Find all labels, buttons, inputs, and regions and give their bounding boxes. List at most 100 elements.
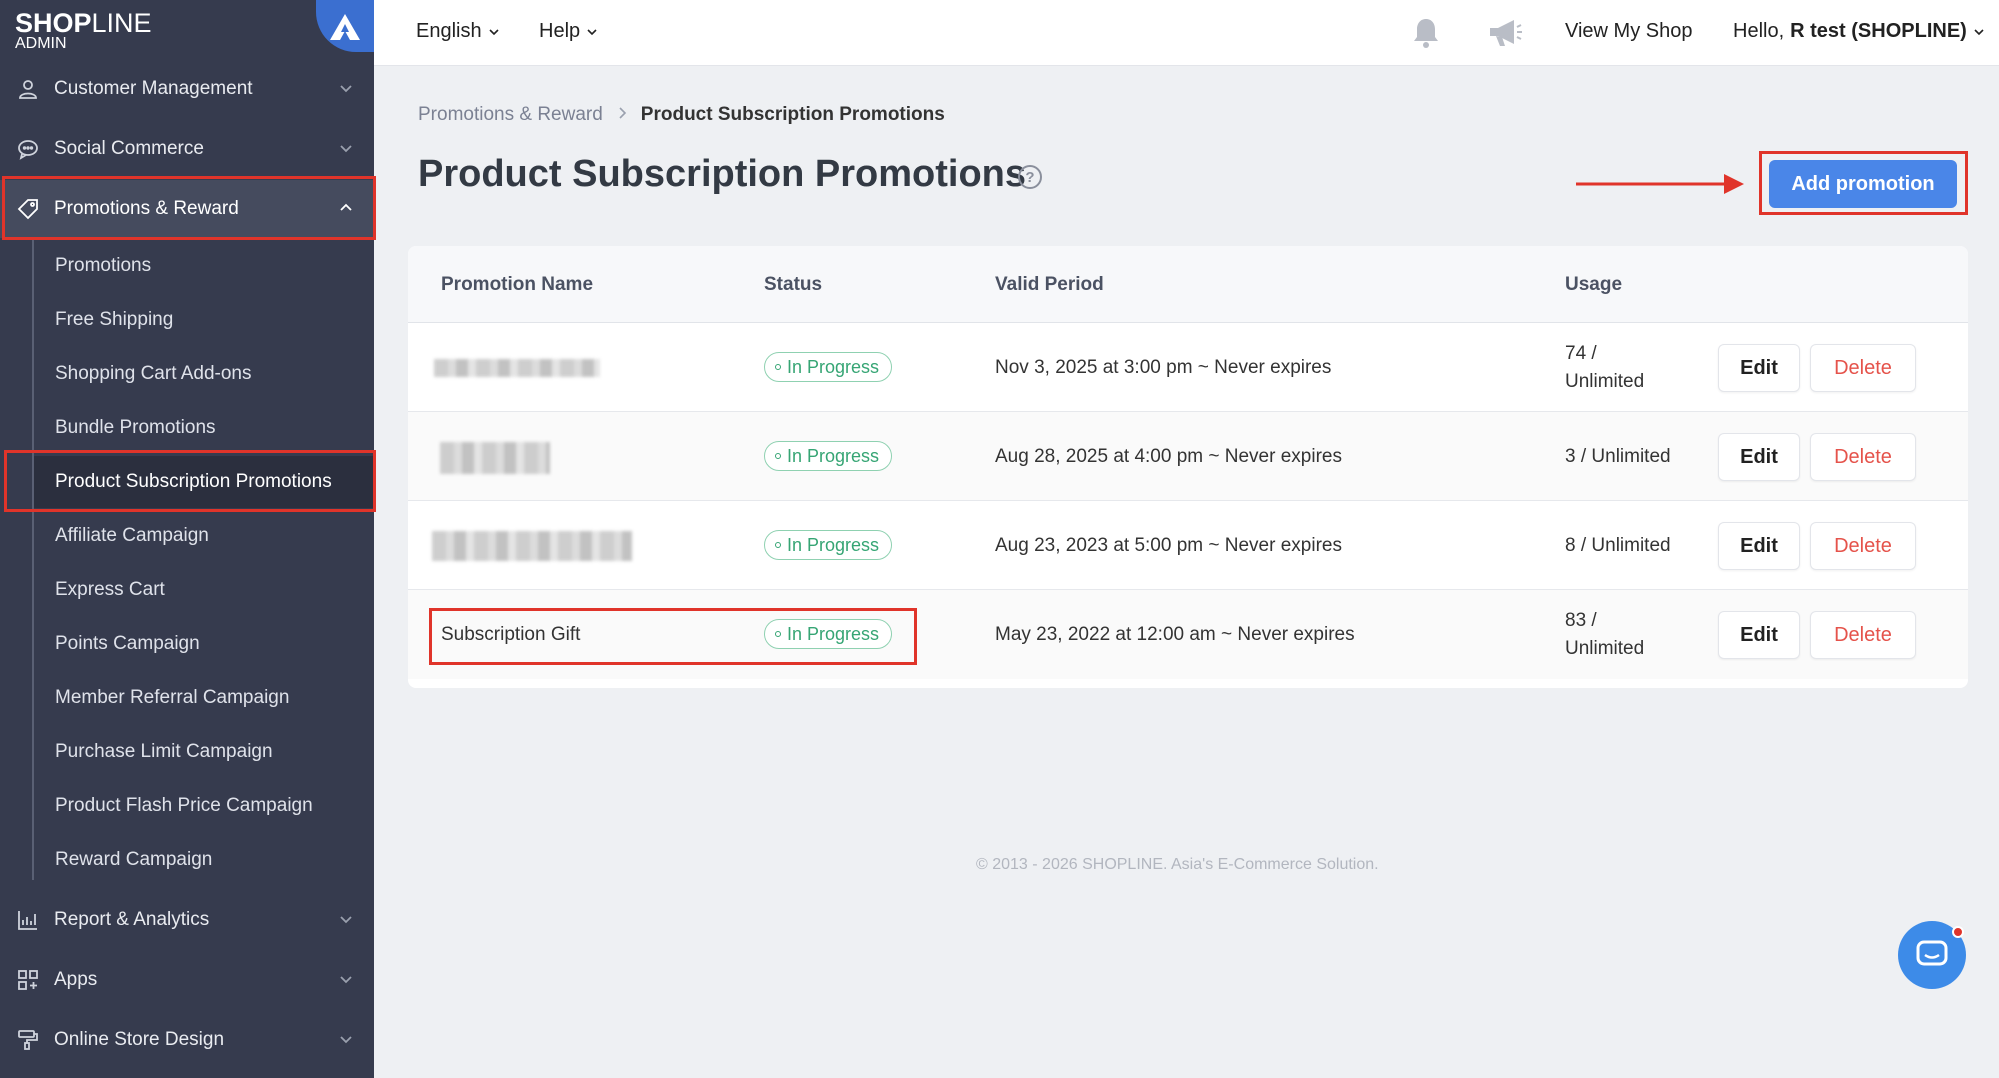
logo-subtitle: ADMIN <box>15 35 67 52</box>
chevron-up-icon <box>340 203 352 211</box>
megaphone-icon[interactable] <box>1486 16 1524 55</box>
usage-line-1: 74 / <box>1565 343 1597 364</box>
sidebar-item-apps[interactable]: Apps <box>0 951 374 1009</box>
delete-button[interactable]: Delete <box>1810 611 1916 659</box>
usage-line-2: Unlimited <box>1565 638 1645 659</box>
chevron-down-icon <box>340 1036 352 1044</box>
help-label: Help <box>539 20 581 42</box>
chevron-down-icon <box>340 85 352 93</box>
valid-period: Aug 28, 2025 at 4:00 pm ~ Never expires <box>995 446 1342 467</box>
chevron-down-icon <box>587 28 597 35</box>
column-header-status[interactable]: Status <box>764 274 822 296</box>
status-dot-icon <box>775 453 781 459</box>
sidebar-item-label: Apps <box>54 969 98 990</box>
table-row[interactable]: Subscription Gift In Progress May 23, 20… <box>408 590 1968 679</box>
status-dot-icon <box>775 542 781 548</box>
edit-button[interactable]: Edit <box>1718 522 1800 570</box>
sidebar-subitem-cart-addons[interactable]: Shopping Cart Add-ons <box>34 348 374 400</box>
sidebar: SHOPLINE ADMIN Customer Management Socia… <box>0 0 374 1078</box>
table-row[interactable]: In Progress Aug 23, 2023 at 5:00 pm ~ Ne… <box>408 501 1968 590</box>
notification-dot <box>1952 926 1964 938</box>
status-label: In Progress <box>787 534 880 555</box>
sidebar-item-label: Online Store Design <box>54 1029 225 1050</box>
chevron-down-icon <box>340 145 352 153</box>
user-menu[interactable]: Hello, R test (SHOPLINE) <box>1733 20 1985 43</box>
sidebar-item-label: Report & Analytics <box>54 909 210 930</box>
sidebar-subitem-member-referral[interactable]: Member Referral Campaign <box>34 672 374 724</box>
sidebar-item-label: Promotions & Reward <box>54 198 239 219</box>
sidebar-subitem-bundle-promotions[interactable]: Bundle Promotions <box>34 402 374 454</box>
usage-line-1: 8 / Unlimited <box>1565 535 1671 556</box>
table-row[interactable]: In Progress Aug 28, 2025 at 4:00 pm ~ Ne… <box>408 412 1968 501</box>
edit-button[interactable]: Edit <box>1718 433 1800 481</box>
table-row[interactable]: In Progress Nov 3, 2025 at 3:00 pm ~ Nev… <box>408 323 1968 412</box>
breadcrumb-parent-link[interactable]: Promotions & Reward <box>418 104 603 126</box>
sidebar-item-report-analytics[interactable]: Report & Analytics <box>0 891 374 949</box>
promotions-table: Promotion Name Status Valid Period Usage… <box>408 246 1968 688</box>
redacted-name <box>440 442 550 474</box>
breadcrumb: Promotions & Reward Product Subscription… <box>418 104 945 126</box>
valid-period: Aug 23, 2023 at 5:00 pm ~ Never expires <box>995 535 1342 556</box>
top-bar: English Help View My Shop Hello, R test … <box>374 0 1999 66</box>
usage-line-1: 83 / <box>1565 610 1597 631</box>
help-menu[interactable]: Help <box>539 20 598 43</box>
table-header: Promotion Name Status Valid Period Usage <box>408 246 1968 323</box>
sidebar-item-online-store-design[interactable]: Online Store Design <box>0 1011 374 1069</box>
sidebar-item-customer-management[interactable]: Customer Management <box>0 60 374 118</box>
status-badge: In Progress <box>764 441 893 471</box>
sidebar-item-promotions-reward[interactable]: Promotions & Reward <box>0 180 374 238</box>
sidebar-subitem-points-campaign[interactable]: Points Campaign <box>34 618 374 670</box>
status-dot-icon <box>775 364 781 370</box>
valid-period: May 23, 2022 at 12:00 am ~ Never expires <box>995 624 1355 645</box>
sidebar-subitem-affiliate-campaign[interactable]: Affiliate Campaign <box>34 510 374 562</box>
usage-line-2: Unlimited <box>1565 371 1645 392</box>
language-label: English <box>416 20 482 42</box>
language-selector[interactable]: English <box>416 20 500 43</box>
apps-grid-icon <box>14 966 42 994</box>
chat-icon <box>1916 940 1948 966</box>
breadcrumb-current: Product Subscription Promotions <box>640 104 945 125</box>
edit-button[interactable]: Edit <box>1718 344 1800 392</box>
usage-line-1: 3 / Unlimited <box>1565 446 1671 467</box>
status-dot-icon <box>775 631 781 637</box>
logo[interactable]: SHOPLINE ADMIN <box>0 0 374 66</box>
tag-icon <box>14 195 42 223</box>
sidebar-subitem-express-cart[interactable]: Express Cart <box>34 564 374 616</box>
status-badge: In Progress <box>764 352 893 382</box>
sidebar-subitem-flash-price[interactable]: Product Flash Price Campaign <box>34 780 374 832</box>
sidebar-item-label: Customer Management <box>54 78 253 99</box>
column-header-name[interactable]: Promotion Name <box>441 274 593 296</box>
add-promotion-button[interactable]: Add promotion <box>1769 160 1957 208</box>
bell-icon[interactable] <box>1410 16 1442 55</box>
sidebar-subitem-product-subscription[interactable]: Product Subscription Promotions <box>34 456 374 508</box>
help-circle-icon[interactable]: ? <box>1018 165 1042 189</box>
breadcrumb-separator-icon <box>617 104 627 126</box>
status-label: In Progress <box>787 356 880 377</box>
chat-bubble-icon <box>14 135 42 163</box>
edit-button[interactable]: Edit <box>1718 611 1800 659</box>
sidebar-subitem-free-shipping[interactable]: Free Shipping <box>34 294 374 346</box>
greeting-text: Hello, <box>1733 20 1785 42</box>
status-badge: In Progress <box>764 530 893 560</box>
redacted-name <box>432 531 632 561</box>
status-badge: In Progress <box>764 619 893 649</box>
footer-copyright: © 2013 - 2026 SHOPLINE. Asia's E-Commerc… <box>976 856 1379 873</box>
corner-logo-icon <box>316 0 374 52</box>
chevron-down-icon <box>340 916 352 924</box>
promotion-name: Subscription Gift <box>441 624 581 645</box>
sidebar-subitem-reward-campaign[interactable]: Reward Campaign <box>34 834 374 886</box>
sidebar-subitem-purchase-limit[interactable]: Purchase Limit Campaign <box>34 726 374 778</box>
status-label: In Progress <box>787 623 880 644</box>
delete-button[interactable]: Delete <box>1810 522 1916 570</box>
column-header-period[interactable]: Valid Period <box>995 274 1104 296</box>
sidebar-subitem-promotions[interactable]: Promotions <box>34 240 374 292</box>
status-label: In Progress <box>787 445 880 466</box>
view-my-shop-link[interactable]: View My Shop <box>1565 20 1692 43</box>
chevron-down-icon <box>340 976 352 984</box>
delete-button[interactable]: Delete <box>1810 433 1916 481</box>
delete-button[interactable]: Delete <box>1810 344 1916 392</box>
sidebar-item-social-commerce[interactable]: Social Commerce <box>0 120 374 178</box>
chevron-down-icon <box>489 28 499 35</box>
valid-period: Nov 3, 2025 at 3:00 pm ~ Never expires <box>995 357 1332 378</box>
column-header-usage[interactable]: Usage <box>1565 274 1622 296</box>
